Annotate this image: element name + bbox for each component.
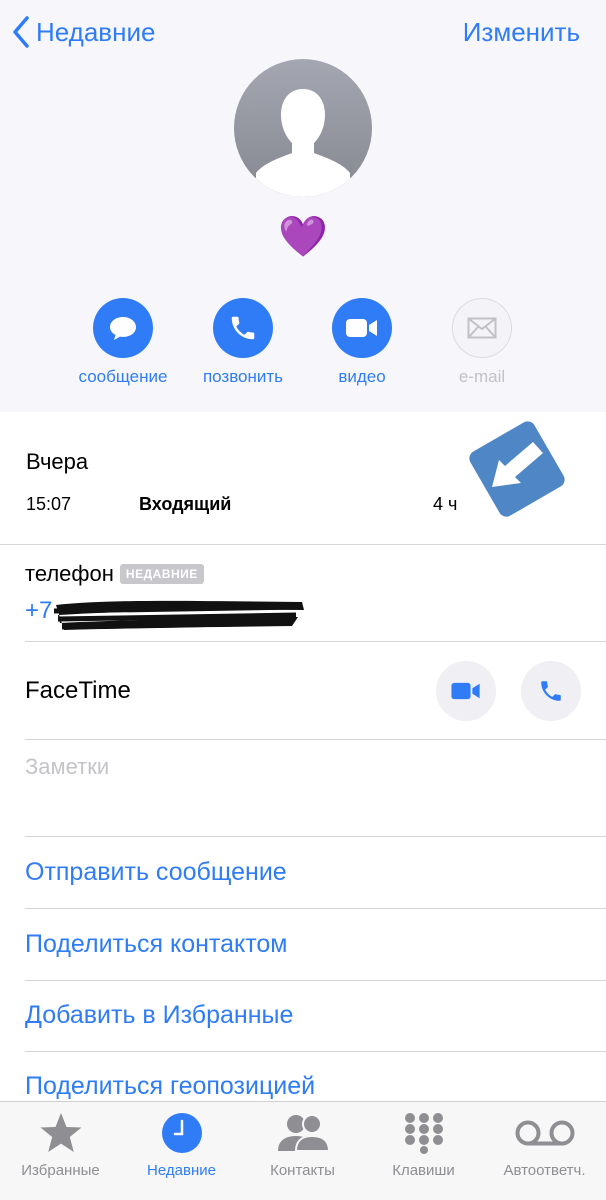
chevron-left-icon xyxy=(13,16,29,48)
phone-label-text: телефон xyxy=(25,561,114,586)
tab-recents[interactable]: Недавние xyxy=(121,1110,242,1179)
recent-call-day: Вчера xyxy=(26,449,89,474)
back-button[interactable]: Недавние xyxy=(12,14,155,50)
tab-contacts-label: Контакты xyxy=(270,1162,335,1179)
message-action-label: сообщение xyxy=(78,367,168,386)
star-icon xyxy=(40,1113,81,1152)
phone-number[interactable]: +7 xyxy=(25,597,52,625)
tab-favorites-label: Избранные xyxy=(21,1162,100,1179)
keypad-icon xyxy=(404,1113,443,1154)
envelope-icon xyxy=(452,298,512,358)
clock-icon xyxy=(161,1113,202,1153)
message-bubble-icon xyxy=(93,298,153,358)
video-action-label: видео xyxy=(338,367,386,386)
back-button-label: Недавние xyxy=(36,16,156,47)
avatar xyxy=(234,59,372,197)
facetime-audio-button[interactable] xyxy=(521,661,581,721)
tab-keypad[interactable]: Клавиши xyxy=(363,1110,484,1179)
message-action-button[interactable]: сообщение xyxy=(63,298,183,387)
facetime-video-button[interactable] xyxy=(436,661,496,721)
call-action-button[interactable]: позвонить xyxy=(183,298,303,387)
facetime-label: FaceTime xyxy=(25,677,131,704)
call-time: 15:07 xyxy=(26,494,72,514)
person-silhouette-icon xyxy=(256,89,350,197)
call-type: Входящий xyxy=(139,494,232,514)
contacts-icon xyxy=(277,1114,330,1152)
tab-keypad-label: Клавиши xyxy=(392,1162,455,1179)
tab-voicemail-label: Автоответч. xyxy=(503,1162,586,1179)
edit-button[interactable]: Изменить xyxy=(463,14,580,50)
tab-favorites[interactable]: Избранные xyxy=(0,1110,121,1179)
call-action-label: позвонить xyxy=(202,367,284,386)
tab-contacts[interactable]: Контакты xyxy=(242,1110,363,1179)
tab-voicemail[interactable]: Автоответч. xyxy=(484,1110,605,1179)
notes-field[interactable]: Заметки xyxy=(25,754,109,780)
voicemail-icon xyxy=(515,1120,574,1146)
heart-emoji: 💜 xyxy=(278,214,328,260)
divider xyxy=(25,641,606,642)
phone-label: телефон НЕДАВНИЕ xyxy=(25,561,204,587)
email-action-button[interactable]: e-mail xyxy=(422,298,542,387)
call-duration: 4 ч xyxy=(433,494,458,514)
email-action-label: e-mail xyxy=(458,367,506,386)
incoming-arrow-icon xyxy=(469,421,565,517)
video-action-button[interactable]: видео xyxy=(302,298,422,387)
divider xyxy=(25,980,606,981)
share-location-link[interactable]: Поделиться геопозицией xyxy=(25,1072,315,1101)
tab-recents-label: Недавние xyxy=(147,1162,216,1179)
redaction-scribble xyxy=(53,600,304,630)
divider xyxy=(25,836,606,837)
recent-badge: НЕДАВНИЕ xyxy=(119,564,204,584)
divider xyxy=(0,544,606,545)
add-to-favorites-link[interactable]: Добавить в Избранные xyxy=(25,1001,293,1030)
phone-icon xyxy=(541,681,561,701)
phone-icon xyxy=(213,298,273,358)
video-camera-icon xyxy=(332,298,392,358)
tab-bar: Избранные Недавние Контакты Клавиши Авто… xyxy=(0,1101,606,1200)
divider xyxy=(25,739,606,740)
divider xyxy=(25,908,606,909)
video-camera-icon xyxy=(451,682,480,700)
divider xyxy=(25,1051,606,1052)
send-message-link[interactable]: Отправить сообщение xyxy=(25,858,287,887)
share-contact-link[interactable]: Поделиться контактом xyxy=(25,930,287,959)
